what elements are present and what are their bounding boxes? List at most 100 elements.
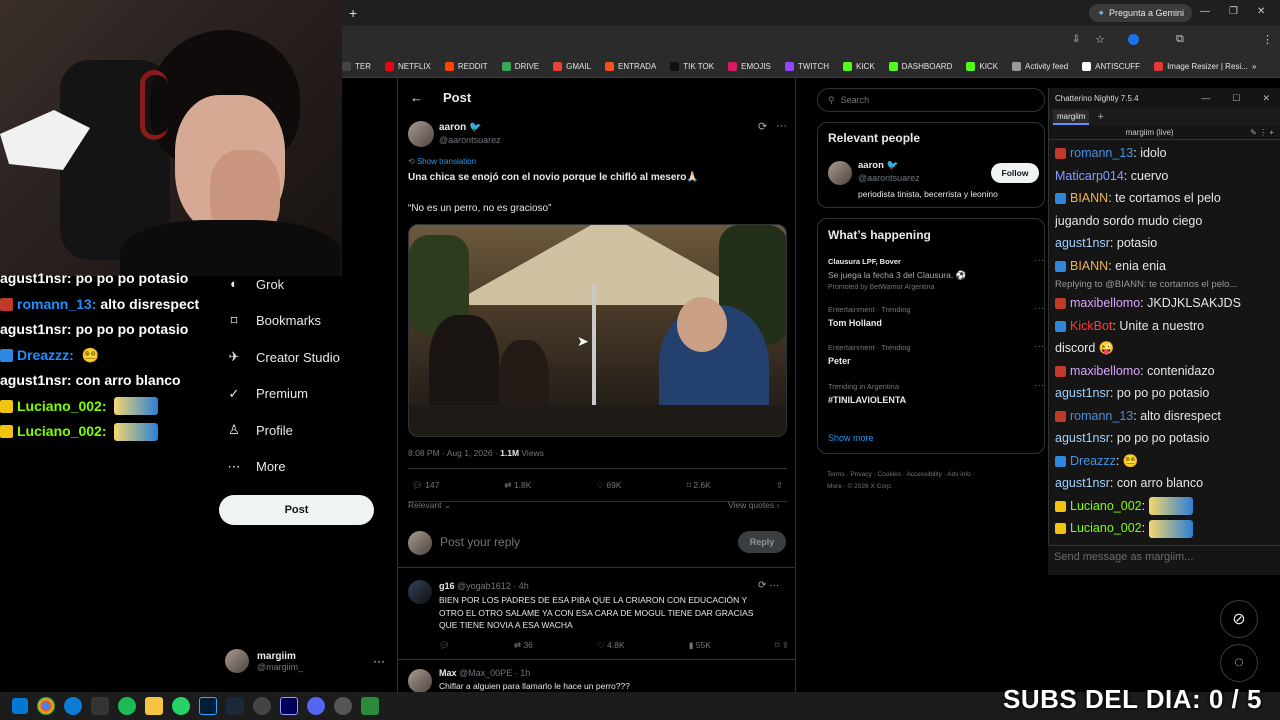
compose-post-button[interactable]: Post xyxy=(219,495,374,525)
trend-item[interactable]: Clausura LPF, Bover Se juega la fecha 3 d… xyxy=(828,255,1044,291)
chat-username[interactable]: Luciano_002 xyxy=(1070,499,1142,513)
person-name[interactable]: aaron 🐦 xyxy=(858,160,898,171)
author-name[interactable]: aaron 🐦 xyxy=(439,122,481,133)
post-video[interactable]: ➤ xyxy=(408,224,787,437)
bookmark-item[interactable]: Activity feed xyxy=(1012,62,1068,71)
reply-item[interactable]: g16 @yogab1612 · 4h ⟳ ··· BIEN POR LOS P… xyxy=(398,568,795,660)
more-icon[interactable]: ··· xyxy=(373,654,385,668)
nav-item-premium[interactable]: ✓ Premium xyxy=(218,376,398,413)
reply-author[interactable]: Max xyxy=(439,668,457,678)
start-icon[interactable] xyxy=(12,698,28,714)
reply-handle[interactable]: @Max_00PE · 1h xyxy=(459,668,530,678)
photoshop-icon[interactable] xyxy=(199,697,217,715)
add-tab-icon[interactable]: + xyxy=(1089,111,1103,123)
avatar[interactable] xyxy=(408,669,432,692)
bookmark-item[interactable]: EMOJIS xyxy=(728,62,771,71)
extension-icon[interactable] xyxy=(1128,34,1139,45)
reply-submit-button[interactable]: Reply xyxy=(738,531,786,553)
bookmark-item[interactable]: GMAIL xyxy=(553,62,591,71)
nav-item-bookmarks[interactable]: ⌑ Bookmarks xyxy=(218,303,398,340)
minimize-icon[interactable]: — xyxy=(1201,93,1210,104)
maximize-icon[interactable]: ❐ xyxy=(1229,6,1238,17)
chatterino-icon[interactable] xyxy=(334,697,352,715)
chat-username[interactable]: Luciano_002 xyxy=(1070,521,1142,535)
bookmark-item[interactable]: Image Resizer | Resi... xyxy=(1154,62,1248,71)
edge-icon[interactable] xyxy=(64,697,82,715)
nav-item-grok[interactable]: ◐ Grok xyxy=(218,266,398,303)
install-icon[interactable]: ⇩ xyxy=(1072,34,1080,45)
avatar[interactable] xyxy=(828,161,852,185)
trend-item[interactable]: Entertainment · Trending Peter ··· xyxy=(828,341,1044,366)
footer-links[interactable]: Terms · Privacy · Cookies · Accessibilit… xyxy=(827,469,975,493)
bookmark-item[interactable]: KICK xyxy=(966,62,998,71)
edit-icon[interactable]: ✎ ⋮ + xyxy=(1250,126,1280,140)
more-icon[interactable]: ··· xyxy=(1034,303,1044,314)
views-button[interactable]: ▮ 55K xyxy=(689,640,711,651)
bookmark-item[interactable]: ANTISCUFF xyxy=(1082,62,1140,71)
chat-username[interactable]: agust1nsr xyxy=(1055,386,1110,400)
grok-fab-icon[interactable]: ⊘ xyxy=(1220,600,1258,638)
author-avatar[interactable] xyxy=(408,121,434,147)
nav-item-more[interactable]: ⋯ More xyxy=(218,449,398,486)
account-switcher[interactable]: margiim @margiim_ ··· xyxy=(225,646,385,676)
follow-button[interactable]: Follow xyxy=(991,163,1039,183)
minimize-icon[interactable]: — xyxy=(1200,6,1210,17)
reply-input[interactable]: Post your reply xyxy=(440,535,520,549)
share-icon[interactable]: ⇪ xyxy=(776,480,783,491)
reply-handle[interactable]: @yogab1612 · 4h xyxy=(457,581,529,591)
nav-item-profile[interactable]: ♙ Profile xyxy=(218,412,398,449)
like-button[interactable]: ♡ 69K xyxy=(596,480,621,491)
chat-username[interactable]: agust1nsr xyxy=(1055,476,1110,490)
bookmark-item[interactable]: REDDIT xyxy=(444,62,488,71)
bookmark-item[interactable]: DASHBOARD xyxy=(888,62,952,71)
bookmark-item[interactable]: TWITCH xyxy=(784,62,829,71)
avatar[interactable] xyxy=(408,580,432,604)
tab-margiim[interactable]: margiim xyxy=(1053,109,1090,125)
chat-username[interactable]: Maticarp014 xyxy=(1055,169,1124,183)
obs-icon[interactable] xyxy=(253,697,271,715)
chat-username[interactable]: romann_13 xyxy=(1070,146,1133,160)
reply-icon[interactable]: 💬︎ xyxy=(439,640,450,651)
chat-username[interactable]: romann_13 xyxy=(1070,409,1133,423)
more-icon[interactable]: ··· xyxy=(1034,341,1044,352)
author-handle[interactable]: @aarontsuarez xyxy=(439,135,501,145)
chat-username[interactable]: maxibellomo xyxy=(1070,364,1140,378)
new-tab-button[interactable]: + xyxy=(349,5,357,21)
notepad-icon[interactable] xyxy=(361,697,379,715)
reply-item[interactable]: Max @Max_00PE · 1h Chiflar a alguien par… xyxy=(398,661,795,692)
repost-button[interactable]: ⇄ 36 xyxy=(514,640,533,651)
person-handle[interactable]: @aarontsuarez xyxy=(858,173,920,183)
steam-icon[interactable] xyxy=(226,697,244,715)
maximize-icon[interactable]: ☐ xyxy=(1232,93,1240,104)
bookmark-item[interactable]: NETFLIX xyxy=(385,62,431,71)
trend-item[interactable]: Entertainment · Trending Tom Holland ··· xyxy=(828,303,1044,328)
puzzle-icon[interactable]: ⧉ xyxy=(1176,33,1184,46)
show-more-link[interactable]: Show more xyxy=(828,433,874,443)
more-icon[interactable]: ··· xyxy=(1034,380,1044,391)
bookmark-item[interactable]: TIK TOK xyxy=(670,62,714,71)
reply-button[interactable]: 💬︎ 147 xyxy=(412,480,439,491)
chat-input[interactable]: Send message as margiim... xyxy=(1048,545,1280,575)
menu-icon[interactable]: ⋮ xyxy=(1262,33,1273,46)
messages-fab-icon[interactable]: ◌ xyxy=(1220,644,1258,682)
bookmark-button[interactable]: ⌑ 2.6K xyxy=(687,480,711,491)
chat-username[interactable]: agust1nsr xyxy=(1055,236,1110,250)
spotify-icon[interactable] xyxy=(118,697,136,715)
bookmark-item[interactable]: ENTRADA xyxy=(605,62,656,71)
chat-username[interactable]: Dreazzz xyxy=(1070,454,1116,468)
chat-username[interactable]: BIANN xyxy=(1070,259,1108,273)
like-button[interactable]: ♡ 4.8K xyxy=(597,640,624,651)
whatsapp-icon[interactable] xyxy=(172,697,190,715)
sort-dropdown[interactable]: Relevant ⌄ xyxy=(408,500,451,511)
bookmark-icon[interactable]: ⌑ ⇪ xyxy=(775,640,789,651)
chat-username[interactable]: agust1nsr xyxy=(1055,431,1110,445)
more-icon[interactable]: ··· xyxy=(1034,255,1044,266)
repost-button[interactable]: ⇄ 1.8K xyxy=(504,480,531,491)
folder-icon[interactable] xyxy=(145,697,163,715)
chrome-icon[interactable] xyxy=(37,697,55,715)
trend-item[interactable]: Trending in Argentina #TINILAVIOLENTA ··· xyxy=(828,380,1044,405)
more-icon[interactable]: ··· xyxy=(776,120,787,132)
grok-icon[interactable]: ⟳ ··· xyxy=(758,580,779,591)
discord-icon[interactable] xyxy=(307,697,325,715)
reply-author[interactable]: g16 xyxy=(439,581,455,591)
